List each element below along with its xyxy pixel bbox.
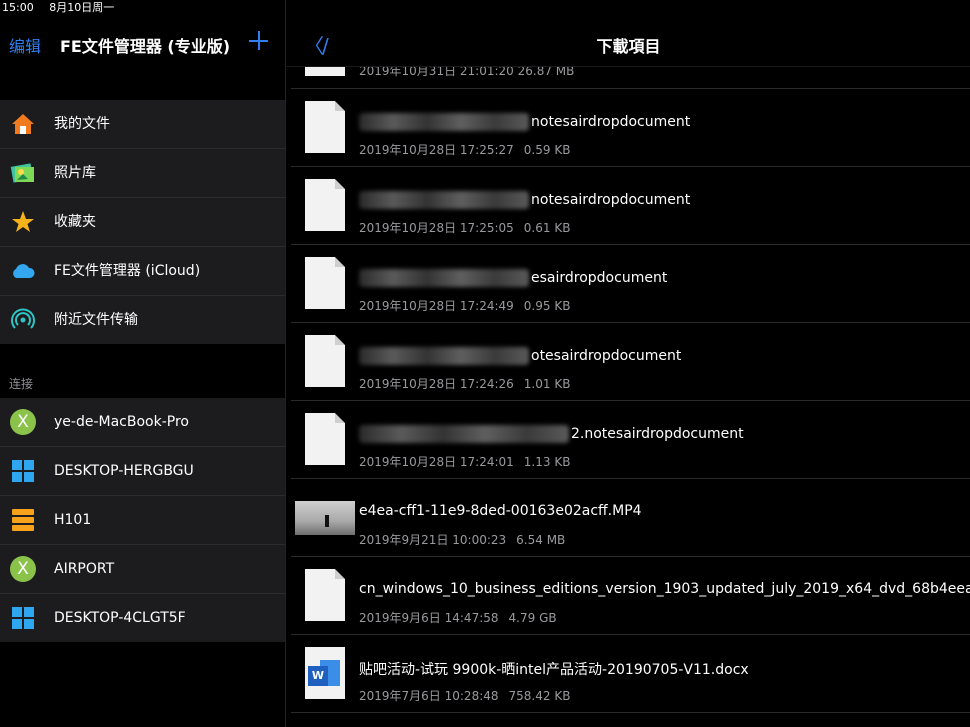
sidebar-item-icloud[interactable]: FE文件管理器 (iCloud): [0, 247, 285, 296]
file-size: 0.95 KB: [523, 299, 571, 313]
list-item[interactable]: notesairdropdocument 2019年10月28日 17:25:2…: [291, 89, 970, 167]
file-meta: 2019年10月28日 17:25:05 0.61 KB: [359, 219, 570, 236]
file-size: 1.13 KB: [523, 455, 571, 469]
document-icon: [305, 257, 345, 309]
video-thumbnail: [295, 501, 355, 535]
list-item[interactable]: 2.notesairdropdocument 2019年10月28日 17:24…: [291, 401, 970, 479]
file-date: 2019年10月28日 17:25:27: [359, 143, 514, 157]
document-icon: [305, 569, 345, 621]
file-name: cn_windows_10_business_editions_version_…: [359, 581, 970, 597]
file-size: 0.61 KB: [523, 221, 571, 235]
file-meta: 2019年9月6日 14:47:58 4.79 GB: [359, 609, 557, 626]
file-meta: 2019年10月28日 17:25:27 0.59 KB: [359, 141, 570, 158]
file-date: 2019年10月28日 17:24:26: [359, 377, 514, 391]
file-date: 2019年10月28日 17:25:05: [359, 221, 514, 235]
sidebar-item-label: 附近文件传输: [54, 312, 138, 328]
xbox-icon: X: [10, 556, 36, 582]
file-name: 贴吧活动-试玩 9900k-晒intel产品活动-20190705-V11.do…: [359, 662, 749, 678]
connection-label: AIRPORT: [54, 561, 115, 577]
cloud-icon: [13, 264, 35, 278]
connection-label: H101: [54, 512, 92, 528]
list-item[interactable]: e4ea-cff1-11e9-8ded-00163e02acff.MP4 201…: [291, 479, 970, 557]
connections-header: 连接: [9, 377, 34, 391]
app-title: FE文件管理器 (专业版): [60, 37, 231, 56]
sidebar-item-label: 收藏夹: [54, 214, 96, 230]
home-icon: [12, 114, 34, 134]
connection-label: DESKTOP-4CLGT5F: [54, 610, 186, 626]
windows-icon: [10, 458, 36, 484]
connection-item-desktop-4clgt5f[interactable]: DESKTOP-4CLGT5F: [0, 594, 285, 642]
sidebar-item-my-files[interactable]: 我的文件: [0, 100, 285, 149]
sidebar-item-photos[interactable]: 照片库: [0, 149, 285, 198]
file-size: 758.42 KB: [508, 689, 571, 703]
document-icon: [305, 335, 345, 387]
airdrop-icon: [11, 308, 35, 329]
file-name: notesairdropdocument: [359, 113, 690, 131]
file-meta: 2019年7月6日 10:28:48 758.42 KB: [359, 687, 570, 704]
file-meta: 2019年10月28日 17:24:01 1.13 KB: [359, 453, 570, 470]
file-meta: 2019年9月21日 10:00:23 6.54 MB: [359, 531, 565, 548]
redacted-text: [359, 269, 529, 287]
windows-icon: [10, 605, 36, 631]
file-name: notesairdropdocument: [359, 191, 690, 209]
connection-item-airport[interactable]: X AIRPORT: [0, 545, 285, 594]
list-item[interactable]: esairdropdocument 2019年10月28日 17:24:49 0.…: [291, 245, 970, 323]
connections-group: X ye-de-MacBook-Pro DESKTOP-HERGBGU H101…: [0, 398, 285, 642]
file-name: esairdropdocument: [359, 269, 667, 287]
file-name: 2.notesairdropdocument: [359, 425, 744, 443]
star-icon: [12, 211, 34, 232]
add-icon[interactable]: [249, 28, 269, 54]
connection-item-h101[interactable]: H101: [0, 496, 285, 545]
file-date: 2019年10月28日 17:24:01: [359, 455, 514, 469]
document-icon: [305, 179, 345, 231]
connection-item-desktop-hergbgu[interactable]: DESKTOP-HERGBGU: [0, 447, 285, 496]
redacted-text: [359, 347, 529, 365]
edit-button[interactable]: 编辑: [9, 33, 41, 57]
list-item[interactable]: notesairdropdocument 2019年10月28日 17:25:0…: [291, 167, 970, 245]
file-name: e4ea-cff1-11e9-8ded-00163e02acff.MP4: [359, 503, 642, 519]
word-document-icon: W: [305, 647, 345, 699]
sidebar-item-label: 我的文件: [54, 116, 110, 132]
file-meta: 2019年10月28日 17:24:26 1.01 KB: [359, 375, 570, 392]
page-title: 下載項目: [596, 37, 661, 56]
sidebar: 15:00 8月10日周一 编辑 FE文件管理器 (专业版) 我的文件 照片库: [0, 0, 285, 727]
redacted-text: [359, 425, 569, 443]
connection-label: DESKTOP-HERGBGU: [54, 463, 194, 479]
file-size: 0.59 KB: [523, 143, 571, 157]
status-time: 15:00: [2, 1, 34, 14]
sidebar-header: 编辑 FE文件管理器 (专业版): [0, 24, 285, 64]
document-icon: [305, 101, 345, 153]
file-date: 2019年10月28日 17:24:49: [359, 299, 514, 313]
status-date: 8月10日周一: [49, 1, 115, 14]
list-item[interactable]: W 贴吧活动-试玩 9900k-晒intel产品活动-20190705-V11.…: [291, 635, 970, 713]
file-browser: 2019年10月31日 21:01:20 26.87 MB notesairdr…: [285, 0, 970, 727]
connection-label: ye-de-MacBook-Pro: [54, 414, 189, 430]
file-size: 6.54 MB: [516, 533, 566, 547]
places-group: 我的文件 照片库 收藏夹 FE文件管理器 (iCloud) 附近文件传输: [0, 100, 285, 344]
file-name: otesairdropdocument: [359, 347, 681, 365]
file-date: 2019年7月6日 10:28:48: [359, 689, 499, 703]
redacted-text: [359, 191, 529, 209]
sidebar-item-label: FE文件管理器 (iCloud): [54, 263, 201, 279]
file-size: 4.79 GB: [508, 611, 557, 625]
list-item[interactable]: otesairdropdocument 2019年10月28日 17:24:26…: [291, 323, 970, 401]
file-size: 1.01 KB: [523, 377, 571, 391]
navigation-bar: 〈/ 下載項目: [286, 0, 970, 67]
sidebar-item-nearby[interactable]: 附近文件传输: [0, 296, 285, 344]
xbox-icon: X: [10, 409, 36, 435]
file-date: 2019年9月21日 10:00:23: [359, 533, 507, 547]
connection-item-macbook[interactable]: X ye-de-MacBook-Pro: [0, 398, 285, 447]
list-item[interactable]: cn_windows_10_business_editions_version_…: [291, 557, 970, 635]
sidebar-item-label: 照片库: [54, 165, 96, 181]
redacted-text: [359, 113, 529, 131]
sidebar-item-favorites[interactable]: 收藏夹: [0, 198, 285, 247]
photos-icon: [10, 163, 34, 183]
file-meta: 2019年10月28日 17:24:49 0.95 KB: [359, 297, 570, 314]
server-icon: [10, 507, 36, 533]
file-list[interactable]: 2019年10月31日 21:01:20 26.87 MB notesairdr…: [286, 0, 970, 727]
file-date: 2019年9月6日 14:47:58: [359, 611, 499, 625]
document-icon: [305, 413, 345, 465]
status-bar: 15:00 8月10日周一: [0, 0, 114, 16]
